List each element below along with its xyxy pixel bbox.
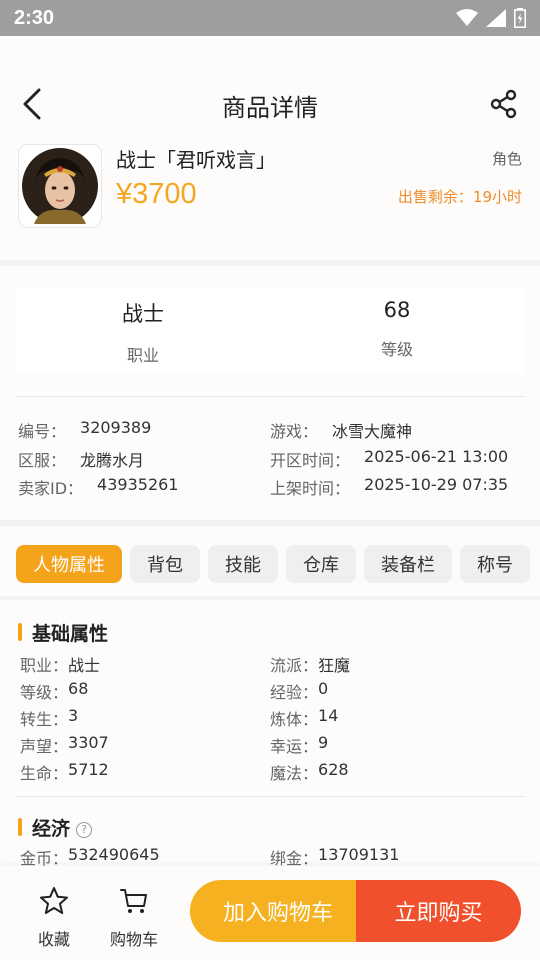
- share-icon: [490, 89, 517, 119]
- attr-key: 声望：: [20, 736, 69, 756]
- attr-row: 转生： 3 炼体： 14: [20, 704, 524, 731]
- section-title-basic: 基础属性: [18, 619, 108, 646]
- attr-value: 3307: [68, 732, 109, 752]
- attr-key: 等级：: [20, 682, 69, 702]
- attr-value: 0: [318, 678, 329, 698]
- listing-info: 编号： 3209389 游戏： 冰雪大魔神 区服： 龙腾水月 开区时间： 2025-06…: [18, 416, 524, 502]
- info-key: 开区时间：: [270, 450, 351, 470]
- stat-class: 战士 职业: [16, 288, 270, 374]
- key-stats: 战士 职业 68 等级: [16, 288, 524, 374]
- character-avatar: [18, 144, 102, 228]
- attr-row: 生命： 5712 魔法： 628: [20, 758, 524, 785]
- info-value: 43935261: [97, 475, 179, 495]
- info-value: 2025-06-21 13:00: [364, 446, 509, 466]
- stat-label: 等级: [380, 340, 413, 359]
- favorite-button[interactable]: 收藏: [24, 884, 84, 950]
- divider: [16, 796, 524, 797]
- divider: [0, 520, 540, 526]
- back-button[interactable]: [14, 86, 50, 122]
- attr-key: 绑金：: [270, 848, 319, 868]
- attr-value: 68: [68, 678, 89, 698]
- info-row: 卖家ID： 43935261 上架时间： 2025-10-29 07:35: [18, 473, 524, 502]
- section-title-economy: 经济?: [18, 814, 93, 841]
- share-button[interactable]: [486, 86, 522, 122]
- page-title: 商品详情: [222, 93, 318, 122]
- attribute-tabs: 人物属性 背包 技能 仓库 装备栏 称号: [16, 545, 540, 585]
- buy-now-button[interactable]: 立即购买: [356, 880, 521, 942]
- product-type: 角色: [491, 150, 522, 168]
- stat-value: 战士: [122, 302, 164, 326]
- attr-value: 战士: [68, 655, 101, 675]
- warrior-portrait-icon: [22, 148, 98, 224]
- product-price: ¥3700: [116, 178, 197, 210]
- attr-key: 魔法：: [270, 763, 319, 783]
- attr-value: 532490645: [68, 844, 160, 864]
- basic-attributes: 职业： 战士 流派： 狂魔 等级： 68 经验： 0 转生： 3 炼体： 14 声望： 330…: [20, 650, 524, 785]
- info-key: 区服：: [18, 450, 67, 470]
- info-value: 冰雪大魔神: [332, 422, 413, 442]
- tab-equipment[interactable]: 装备栏: [364, 545, 452, 583]
- attr-key: 职业：: [20, 655, 69, 675]
- attr-value: 14: [318, 705, 339, 725]
- economy-title: 经济: [32, 818, 71, 840]
- attr-key: 金币：: [20, 848, 69, 868]
- sale-remaining-label: 出售剩余：: [397, 188, 473, 206]
- status-time: 2:30: [14, 6, 55, 29]
- info-key: 编号：: [18, 422, 67, 442]
- info-value: 3209389: [80, 418, 152, 438]
- info-value: 龙腾水月: [80, 450, 145, 470]
- attr-key: 流派：: [270, 655, 319, 675]
- tab-titles[interactable]: 称号: [460, 545, 530, 583]
- divider: [0, 596, 540, 600]
- favorite-label: 收藏: [37, 930, 70, 949]
- info-key: 游戏：: [270, 422, 319, 442]
- add-to-cart-button[interactable]: 加入购物车: [190, 880, 366, 942]
- cart-label: 购物车: [109, 930, 158, 949]
- product-name: 战士「君听戏言」: [116, 148, 276, 172]
- bottom-action-bar: 收藏 购物车 加入购物车 立即购买: [0, 866, 540, 960]
- attr-key: 经验：: [270, 682, 319, 702]
- attr-row: 职业： 战士 流派： 狂魔: [20, 650, 524, 677]
- info-row: 区服： 龙腾水月 开区时间： 2025-06-21 13:00: [18, 445, 524, 474]
- info-key: 卖家ID：: [18, 479, 84, 499]
- info-key: 上架时间：: [270, 479, 351, 499]
- nav-bar: 商品详情: [0, 74, 540, 136]
- info-value: 2025-10-29 07:35: [364, 475, 509, 495]
- sale-remaining: 出售剩余：19小时: [398, 186, 522, 207]
- star-icon: [40, 887, 68, 914]
- help-icon[interactable]: ?: [76, 821, 93, 838]
- attr-value: 狂魔: [318, 655, 351, 675]
- attr-value: 9: [318, 732, 329, 752]
- status-bar: 2:30: [0, 0, 540, 36]
- attr-value: 5712: [68, 759, 109, 779]
- wifi-icon: [456, 9, 478, 26]
- divider: [16, 396, 524, 397]
- attr-key: 炼体：: [270, 709, 319, 729]
- back-icon: [23, 88, 41, 120]
- cart-button[interactable]: 购物车: [104, 884, 164, 950]
- attr-key: 幸运：: [270, 736, 319, 756]
- tab-warehouse[interactable]: 仓库: [286, 545, 356, 583]
- status-icons: [456, 8, 526, 28]
- stat-value: 68: [383, 298, 411, 322]
- attr-value: 13709131: [318, 844, 400, 864]
- attr-value: 3: [68, 705, 79, 725]
- attr-row: 等级： 68 经验： 0: [20, 677, 524, 704]
- divider: [0, 260, 540, 266]
- stat-label: 职业: [126, 346, 159, 365]
- attr-key: 生命：: [20, 763, 69, 783]
- battery-icon: [514, 8, 526, 28]
- tab-backpack[interactable]: 背包: [130, 545, 200, 583]
- attr-value: 628: [318, 759, 349, 779]
- info-row: 编号： 3209389 游戏： 冰雪大魔神: [18, 416, 524, 445]
- attr-key: 转生：: [20, 709, 69, 729]
- tab-skills[interactable]: 技能: [208, 545, 278, 583]
- sale-remaining-value: 19小时: [472, 188, 522, 206]
- attr-row: 声望： 3307 幸运： 9: [20, 731, 524, 758]
- tab-character-attributes[interactable]: 人物属性: [16, 545, 122, 583]
- cart-icon: [120, 889, 147, 913]
- product-header: 战士「君听戏言」 ¥3700 角色 出售剩余：19小时: [0, 136, 540, 260]
- signal-icon: [486, 9, 506, 27]
- stat-level: 68 等级: [270, 288, 524, 374]
